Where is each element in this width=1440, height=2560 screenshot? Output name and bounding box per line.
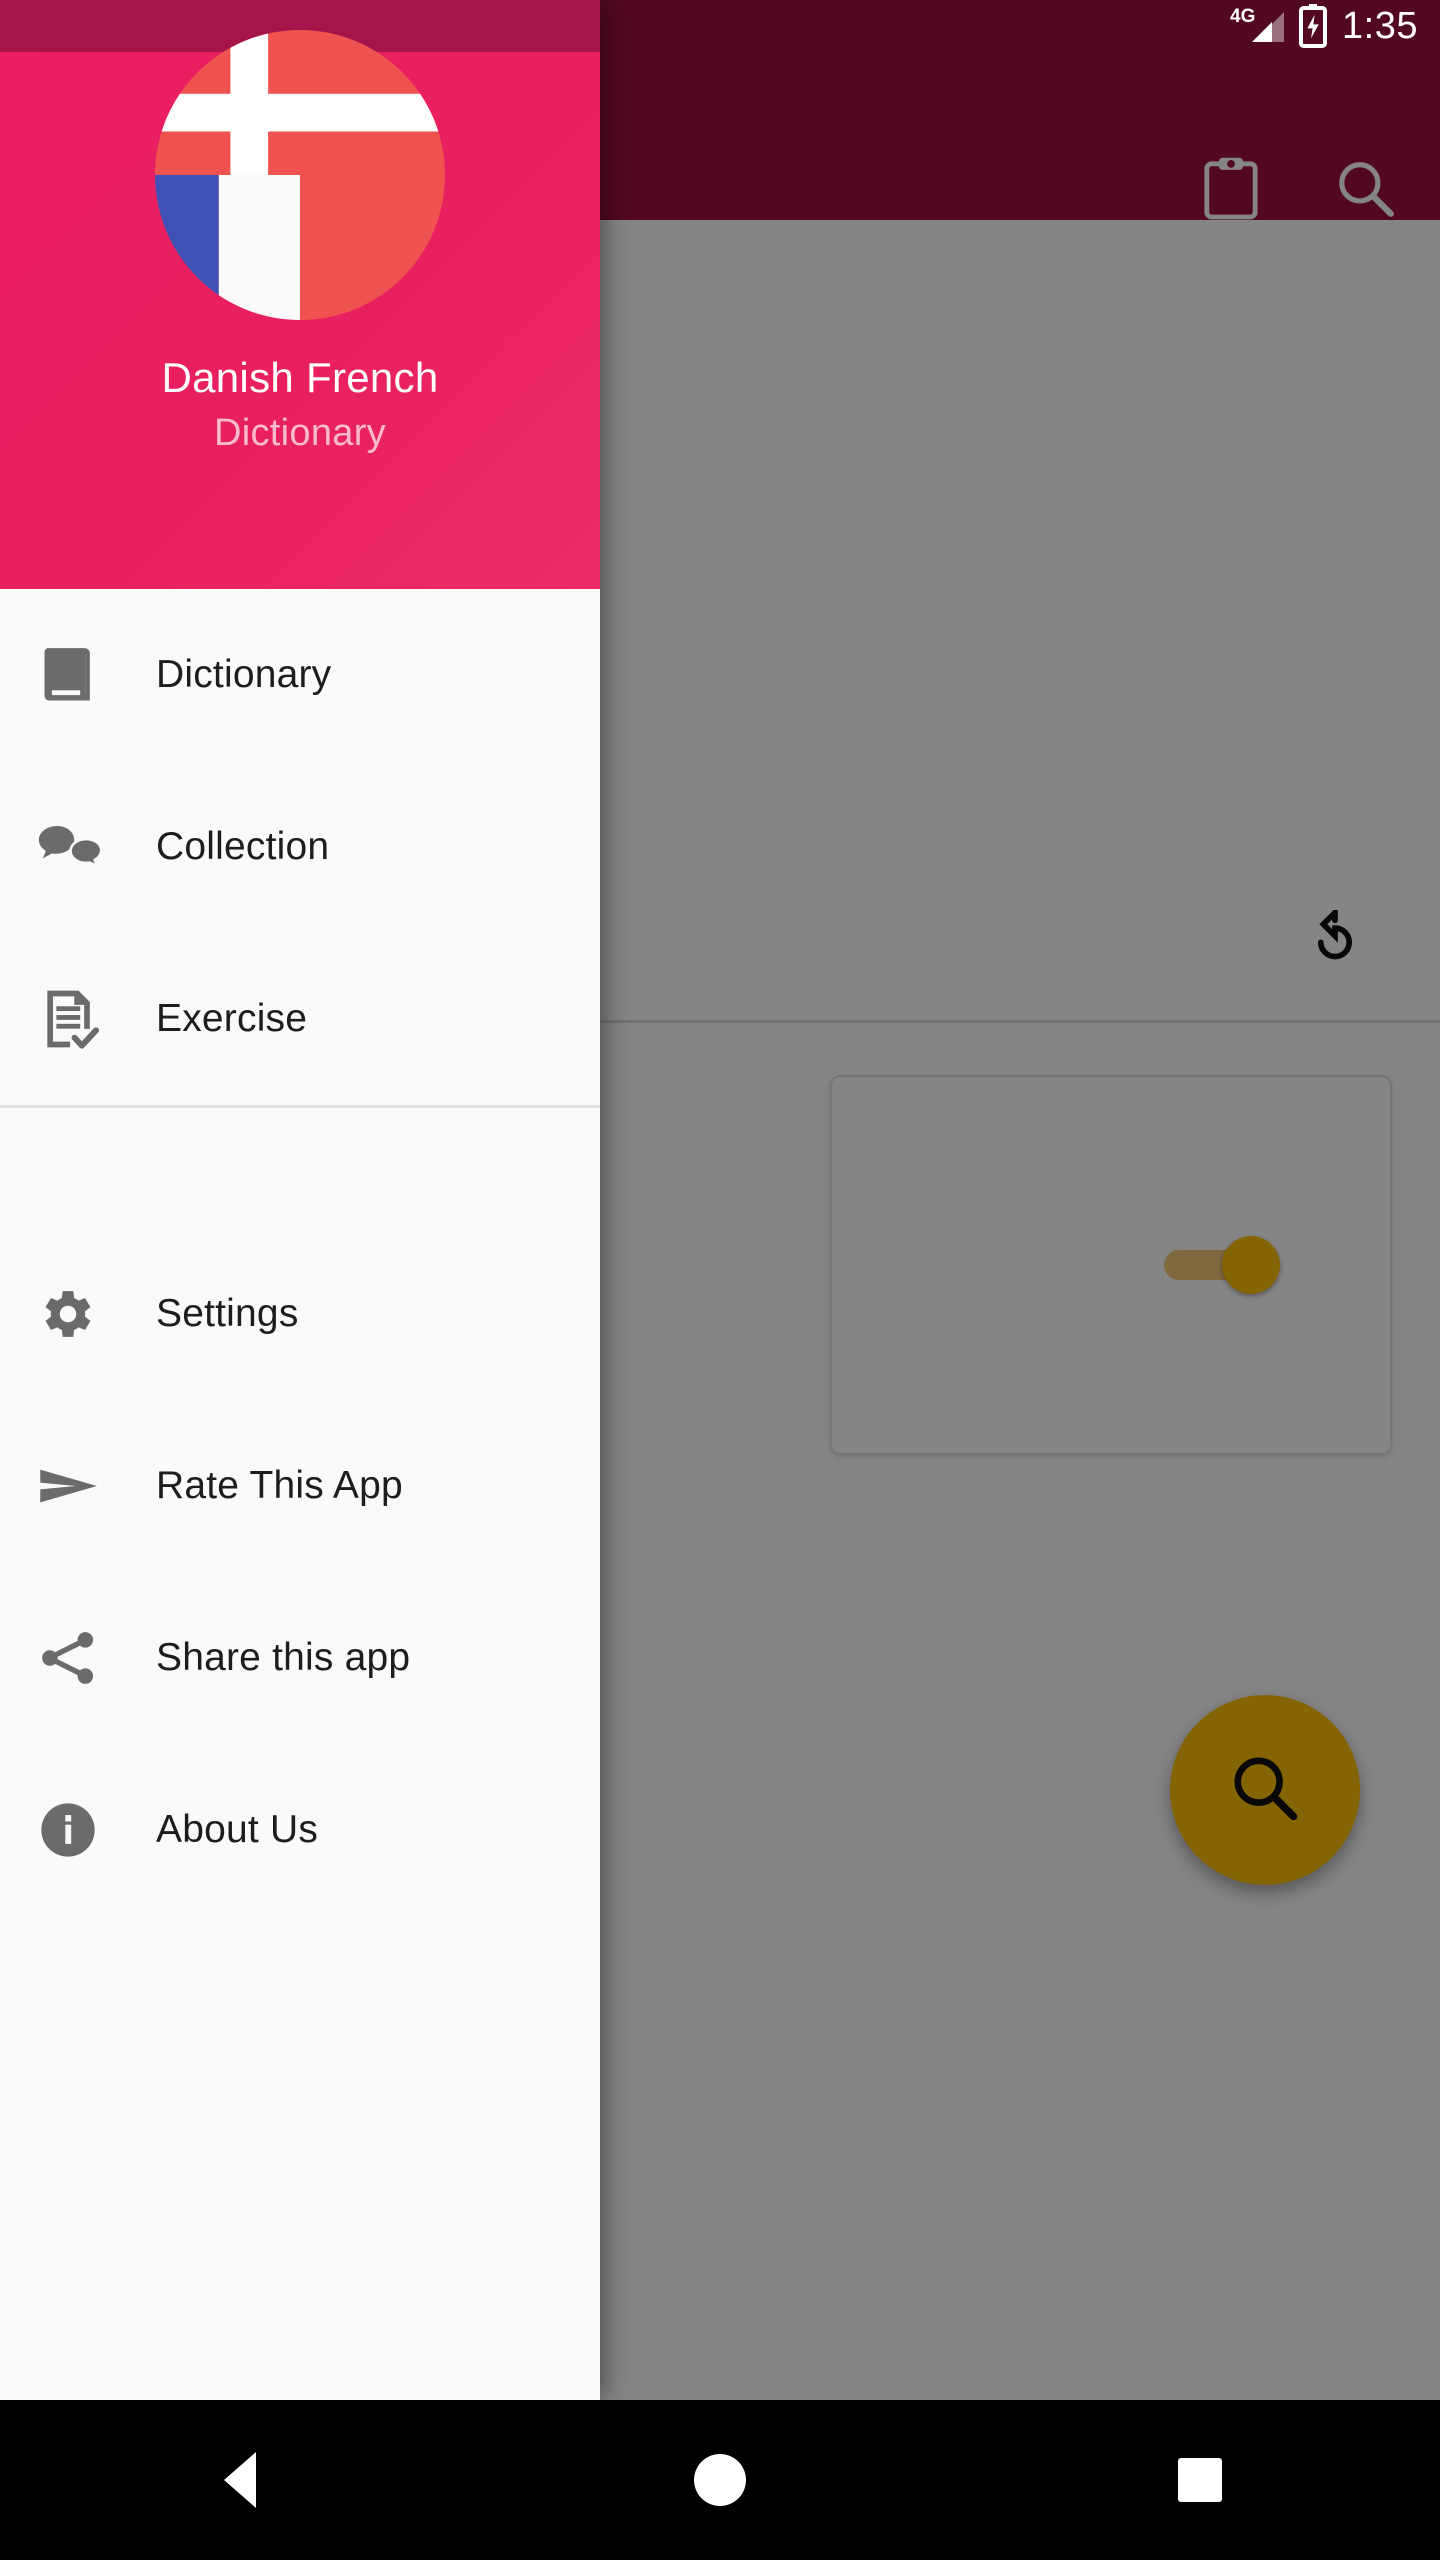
sidebar-item-exercise[interactable]: Exercise: [0, 933, 600, 1105]
drawer-subtitle: Dictionary: [214, 412, 386, 454]
clock-label: 1:35: [1342, 5, 1418, 47]
signal-bars-lit: [1252, 22, 1273, 42]
sidebar-item-label: Settings: [156, 1292, 299, 1335]
chat-bubbles-icon: [36, 813, 128, 881]
home-button[interactable]: [620, 2400, 820, 2560]
sidebar-item-settings[interactable]: Settings: [0, 1228, 600, 1400]
sidebar-item-label: About Us: [156, 1808, 319, 1851]
checklist-icon: [36, 985, 128, 1053]
drawer-title: Danish French: [161, 354, 439, 401]
sidebar-item-dictionary[interactable]: Dictionary: [0, 589, 600, 761]
battery-charging-icon: [1298, 4, 1328, 48]
drawer-primary-group: Dictionary Collection Exercise: [0, 589, 600, 1105]
info-icon: [36, 1798, 128, 1862]
recents-button[interactable]: [1100, 2400, 1300, 2560]
drawer-menu: Dictionary Collection Exercise Settings …: [0, 589, 600, 2400]
sidebar-item-label: Dictionary: [156, 653, 332, 696]
drawer-header: Danish French Dictionary: [0, 30, 600, 589]
drawer-spacer: [0, 1108, 600, 1228]
sidebar-item-share-this-app[interactable]: Share this app: [0, 1572, 600, 1744]
home-circle-icon: [694, 2454, 746, 2506]
status-bar: 4G 1:35: [1100, 0, 1440, 52]
sidebar-item-about-us[interactable]: About Us: [0, 1744, 600, 1916]
sidebar-item-collection[interactable]: Collection: [0, 761, 600, 933]
sidebar-item-rate-this-app[interactable]: Rate This App: [0, 1400, 600, 1572]
gear-icon: [36, 1282, 128, 1346]
app-screen: ire: [0, 0, 1440, 2560]
book-icon: [36, 641, 128, 709]
sidebar-item-label: Share this app: [156, 1636, 411, 1679]
sidebar-item-label: Exercise: [156, 997, 308, 1040]
signal-strength-icon: 4G: [1230, 6, 1285, 46]
drawer-secondary-group: Settings Rate This App Share this app Ab…: [0, 1228, 600, 1916]
navigation-drawer: Danish French Dictionary Dictionary Coll…: [0, 0, 600, 2400]
danish-french-flag-icon: [155, 30, 445, 320]
back-button[interactable]: [140, 2400, 340, 2560]
send-icon: [36, 1452, 128, 1520]
sidebar-item-label: Collection: [156, 825, 330, 868]
sidebar-item-label: Rate This App: [156, 1464, 403, 1507]
android-navigation-bar: [0, 2400, 1440, 2560]
share-icon: [36, 1626, 128, 1690]
back-triangle-icon: [224, 2452, 256, 2508]
recents-square-icon: [1178, 2458, 1222, 2502]
